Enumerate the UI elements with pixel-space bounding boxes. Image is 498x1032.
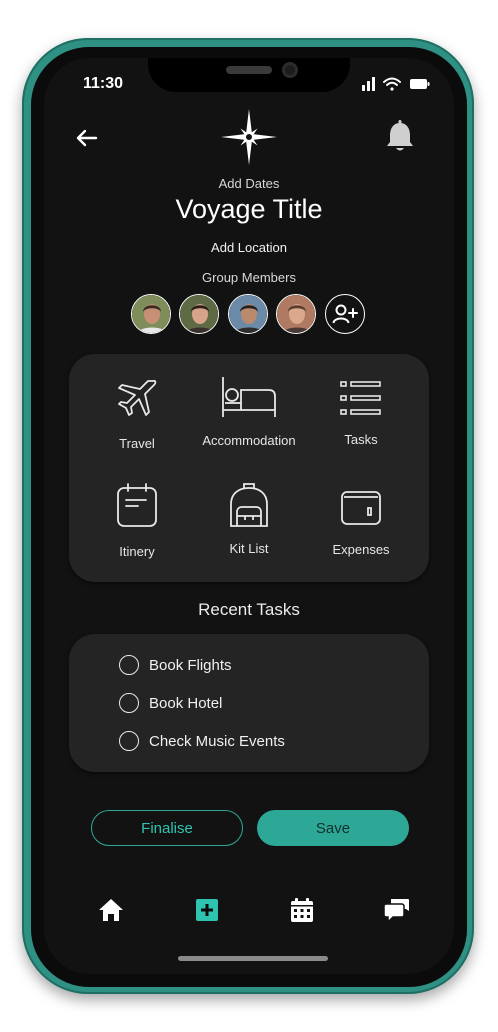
task-checkbox[interactable]	[119, 731, 139, 751]
member-avatar[interactable]	[276, 294, 316, 334]
avatar-photo	[277, 295, 315, 333]
signal-icon	[362, 77, 375, 91]
finalise-button[interactable]: Finalise	[91, 810, 243, 846]
save-button[interactable]: Save	[257, 810, 409, 846]
task-label: Book Hotel	[149, 694, 223, 712]
backpack-icon	[230, 483, 268, 527]
task-checkbox[interactable]	[119, 693, 139, 713]
add-member-button[interactable]	[325, 294, 365, 334]
expenses-label: Expenses	[332, 542, 390, 557]
notch	[148, 58, 350, 92]
task-item[interactable]: Book Hotel	[119, 690, 222, 716]
add-dates-link[interactable]: Add Dates	[44, 176, 454, 191]
member-avatar[interactable]	[179, 294, 219, 334]
tasks-label: Tasks	[344, 432, 378, 447]
task-checkbox[interactable]	[119, 655, 139, 675]
battery-icon	[410, 79, 430, 89]
avatar-photo	[180, 295, 218, 333]
bell-icon[interactable]	[384, 120, 416, 154]
back-arrow-icon[interactable]	[74, 126, 100, 150]
itinery-label: Itinery	[119, 544, 155, 559]
kit-list-tile[interactable]: Kit List	[189, 482, 309, 556]
member-avatar[interactable]	[228, 294, 268, 334]
member-avatar[interactable]	[131, 294, 171, 334]
status-time: 11:30	[83, 75, 124, 92]
plane-icon	[118, 379, 157, 416]
avatar-photo	[229, 295, 267, 333]
recent-tasks-card: Book Flights Book Hotel Check Music Even…	[69, 634, 429, 772]
list-icon	[340, 381, 381, 415]
wallet-icon	[341, 491, 381, 525]
home-icon[interactable]	[97, 896, 125, 924]
category-card: Travel Accommodation Tasks Itinery Kit L…	[69, 354, 429, 582]
task-item[interactable]: Check Music Events	[119, 728, 285, 754]
recent-tasks-title: Recent Tasks	[198, 600, 300, 619]
add-user-icon	[332, 304, 358, 324]
calendar-nav-icon[interactable]	[288, 896, 316, 924]
wifi-icon	[383, 77, 401, 91]
expenses-tile[interactable]: Expenses	[301, 488, 421, 557]
add-location-link[interactable]: Add Location	[44, 240, 454, 255]
task-item[interactable]: Book Flights	[119, 652, 232, 678]
chat-icon[interactable]	[383, 896, 411, 924]
tasks-tile[interactable]: Tasks	[301, 380, 421, 447]
compass-logo-icon	[221, 109, 277, 165]
avatar-photo	[132, 295, 170, 333]
accommodation-tile[interactable]: Accommodation	[189, 376, 309, 448]
speaker	[226, 66, 272, 74]
app-screen: 11:30 Add Dates Voyage Title Add Locatio…	[44, 58, 454, 974]
kit-list-label: Kit List	[229, 541, 269, 556]
voyage-title[interactable]: Voyage Title	[44, 194, 454, 225]
home-indicator[interactable]	[178, 956, 328, 961]
task-label: Check Music Events	[149, 732, 285, 750]
status-icons	[362, 77, 430, 91]
travel-label: Travel	[119, 436, 155, 451]
calendar-icon	[117, 483, 157, 527]
add-icon[interactable]	[193, 896, 221, 924]
accommodation-label: Accommodation	[202, 433, 296, 448]
itinery-tile[interactable]: Itinery	[77, 482, 197, 559]
bed-icon	[222, 377, 276, 417]
front-camera	[282, 62, 298, 78]
task-label: Book Flights	[149, 656, 232, 674]
group-members-label: Group Members	[202, 270, 296, 285]
travel-tile[interactable]: Travel	[77, 376, 197, 451]
